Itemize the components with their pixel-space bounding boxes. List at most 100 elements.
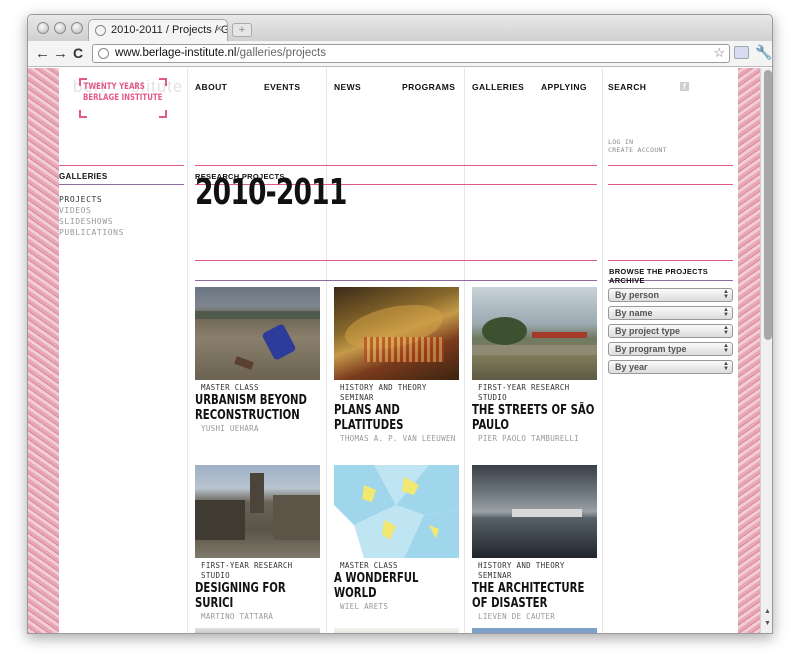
logo-bracket-icon — [159, 110, 167, 118]
page-viewport: berl stitute TWENTY YEARS BERLAGE INSTIT… — [28, 68, 760, 633]
project-author[interactable]: PIER PAOLO TAMBURELLI — [472, 433, 597, 444]
project-title[interactable]: A WONDERFUL WORLD — [334, 571, 459, 601]
scrollbar-thumb[interactable] — [764, 70, 772, 340]
menu-programs[interactable]: PROGRAMS — [402, 82, 455, 92]
filter-by-project-type-select[interactable]: By project type ▲ ▼ — [608, 324, 733, 338]
project-thumbnail[interactable] — [472, 465, 597, 558]
project-thumbnail-partial[interactable] — [334, 628, 459, 633]
menu-search[interactable]: SEARCH — [608, 82, 646, 92]
logo-wordmark: TWENTY YEARS BERLAGE INSTITUTE — [83, 82, 163, 104]
divider — [195, 260, 597, 261]
facebook-icon[interactable]: f — [680, 82, 689, 91]
filter-by-program-type-select[interactable]: By program type ▲ ▼ — [608, 342, 733, 356]
bookmark-star-icon[interactable]: ☆ — [713, 45, 725, 61]
site-logo[interactable]: berl stitute TWENTY YEARS BERLAGE INSTIT… — [71, 75, 182, 118]
tab-close-icon[interactable]: × — [216, 23, 222, 35]
browser-window: 2010-2011 / Projects / Galle × + ← → C w… — [27, 14, 773, 634]
create-account-link[interactable]: CREATE ACCOUNT — [608, 146, 667, 154]
minimize-window-button[interactable] — [54, 22, 66, 34]
page-favicon-icon — [95, 25, 106, 36]
vertical-scrollbar[interactable]: ▲ ▼ — [760, 68, 772, 633]
project-card[interactable]: MASTER CLASS A WONDERFUL WORLD WIEL ARET… — [334, 465, 459, 612]
page-heading: 2010-2011 — [195, 172, 347, 213]
divider — [59, 165, 184, 166]
back-arrow-icon[interactable]: ← — [35, 45, 50, 62]
scroll-down-arrow-icon[interactable]: ▼ — [764, 620, 771, 627]
project-author[interactable]: THOMAS A. P. VAN LEEUWEN — [334, 433, 459, 444]
project-thumbnail[interactable] — [334, 287, 459, 380]
project-author[interactable]: WIEL ARETS — [334, 601, 459, 612]
close-window-button[interactable] — [37, 22, 49, 34]
wrench-menu-icon[interactable]: 🔧 — [755, 44, 772, 61]
left-decorative-background — [28, 68, 59, 633]
project-title[interactable]: THE STREETS OF SÃO PAULO — [472, 403, 597, 433]
filter-label: By year — [615, 362, 648, 372]
project-card[interactable]: HISTORY AND THEORY SEMINAR THE ARCHITECT… — [472, 465, 597, 622]
menu-events[interactable]: EVENTS — [264, 82, 300, 92]
menu-about[interactable]: ABOUT — [195, 82, 227, 92]
gallery-nav-item-slideshows[interactable]: SLIDESHOWS — [59, 216, 124, 227]
scroll-up-arrow-icon[interactable]: ▲ — [764, 608, 771, 615]
login-link[interactable]: LOG IN — [608, 138, 633, 146]
extension-icon[interactable] — [734, 46, 749, 59]
project-card[interactable]: MASTER CLASS URBANISM BEYOND RECONSTRUCT… — [195, 287, 320, 434]
logo-line: BERLAGE INSTITUTE — [83, 93, 163, 103]
project-category: FIRST-YEAR RESEARCH STUDIO — [201, 561, 293, 580]
menu-galleries[interactable]: GALLERIES — [472, 82, 524, 92]
project-card[interactable]: FIRST-YEAR RESEARCH STUDIO DESIGNING FOR… — [195, 465, 320, 622]
gallery-nav: PROJECTS VIDEOS SLIDESHOWS PUBLICATIONS — [59, 194, 124, 238]
new-tab-button[interactable]: + — [232, 23, 252, 37]
select-arrows-icon: ▲ ▼ — [723, 325, 729, 336]
project-author[interactable]: MARTINO TATTARA — [195, 611, 320, 622]
column-divider — [326, 68, 327, 633]
filter-by-year-select[interactable]: By year ▲ ▼ — [608, 360, 733, 374]
gallery-nav-item-publications[interactable]: PUBLICATIONS — [59, 227, 124, 238]
forward-arrow-icon[interactable]: → — [53, 45, 68, 62]
filter-by-name-select[interactable]: By name ▲ ▼ — [608, 306, 733, 320]
project-thumbnail[interactable] — [195, 465, 320, 558]
column-divider — [187, 68, 188, 633]
project-card[interactable]: FIRST-YEAR RESEARCH STUDIO THE STREETS O… — [472, 287, 597, 444]
project-thumbnail[interactable] — [472, 287, 597, 380]
title-bar: 2010-2011 / Projects / Galle × + — [28, 15, 772, 41]
select-arrows-icon: ▲ ▼ — [723, 289, 729, 300]
filter-by-person-select[interactable]: By person ▲ ▼ — [608, 288, 733, 302]
column-divider — [602, 68, 603, 633]
divider — [608, 165, 733, 166]
project-thumbnail[interactable] — [195, 287, 320, 380]
project-title[interactable]: PLANS AND PLATITUDES — [334, 403, 459, 433]
filter-label: By person — [615, 290, 660, 300]
project-title[interactable]: DESIGNING FOR SURICI — [195, 581, 320, 611]
browser-tab[interactable]: 2010-2011 / Projects / Galle × — [88, 19, 228, 41]
filter-label: By project type — [615, 326, 681, 336]
project-thumbnail[interactable] — [334, 465, 459, 558]
zoom-window-button[interactable] — [71, 22, 83, 34]
filter-label: By program type — [615, 344, 687, 354]
project-author[interactable]: LIEVEN DE CAUTER — [472, 611, 597, 622]
divider — [59, 184, 184, 185]
divider — [608, 184, 733, 185]
browser-toolbar: ← → C www.berlage-institute.nl/galleries… — [28, 41, 772, 67]
project-author[interactable]: YUSHI UEHARA — [195, 423, 320, 434]
gallery-nav-item-videos[interactable]: VIDEOS — [59, 205, 124, 216]
project-title[interactable]: THE ARCHITECTURE OF DISASTER — [472, 581, 597, 611]
menu-applying[interactable]: APPLYING — [541, 82, 587, 92]
project-title[interactable]: URBANISM BEYOND RECONSTRUCTION — [195, 393, 320, 423]
project-thumbnail-partial[interactable] — [472, 628, 597, 633]
archive-title: BROWSE THE PROJECTS ARCHIVE — [609, 267, 709, 285]
project-category: MASTER CLASS — [201, 383, 259, 392]
project-thumbnail-partial[interactable] — [195, 628, 320, 633]
project-card[interactable]: HISTORY AND THEORY SEMINAR PLANS AND PLA… — [334, 287, 459, 444]
select-arrows-icon: ▲ ▼ — [723, 307, 729, 318]
gallery-nav-item-projects[interactable]: PROJECTS — [59, 194, 124, 205]
logo-bracket-icon — [159, 78, 167, 86]
project-category: HISTORY AND THEORY SEMINAR — [340, 383, 427, 402]
right-decorative-background — [738, 68, 760, 633]
divider — [195, 280, 597, 281]
site-content: berl stitute TWENTY YEARS BERLAGE INSTIT… — [59, 68, 738, 633]
reload-icon[interactable]: C — [73, 45, 83, 61]
menu-news[interactable]: NEWS — [334, 82, 361, 92]
divider — [195, 165, 597, 166]
address-bar[interactable]: www.berlage-institute.nl/galleries/proje… — [92, 44, 730, 63]
logo-line: TWENTY YEARS — [83, 82, 145, 92]
